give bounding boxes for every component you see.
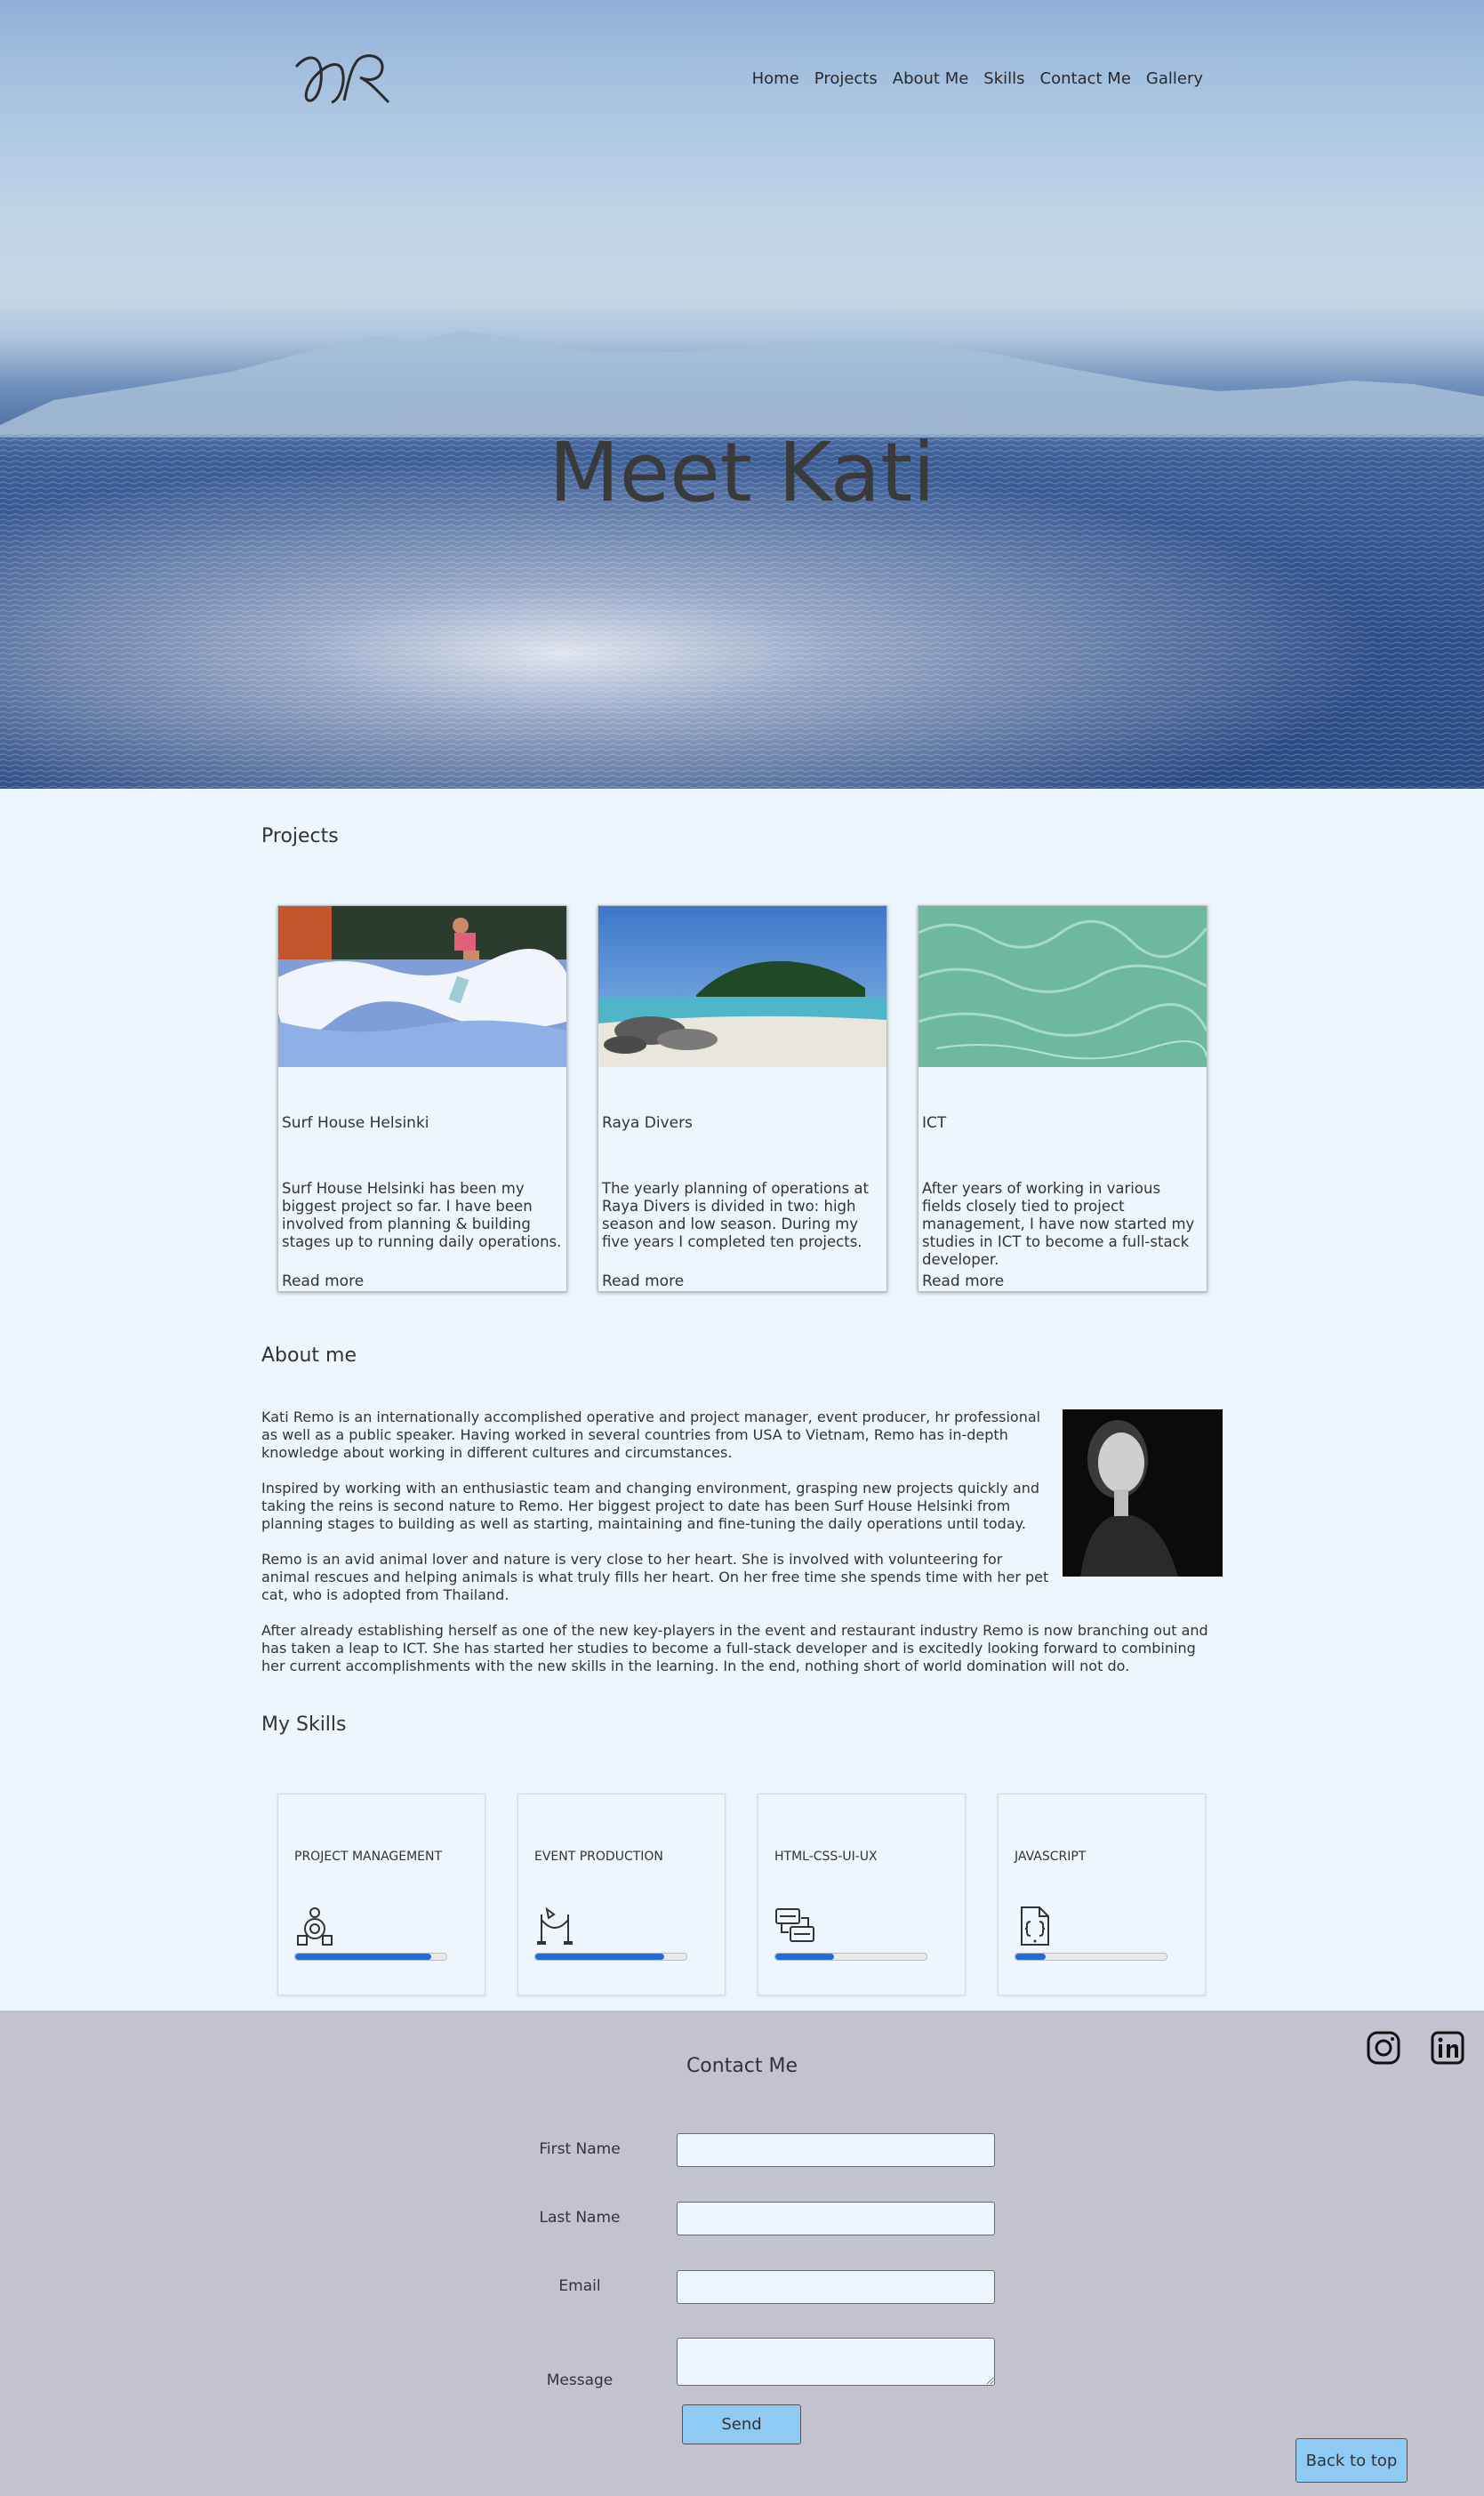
project-description: After years of working in various fields…	[922, 1180, 1195, 1268]
contact-heading: Contact Me	[686, 2055, 798, 2077]
read-more-link[interactable]: Read more	[922, 1272, 1004, 1290]
about-paragraph: After already establishing herself as on…	[261, 1622, 1208, 1674]
contact-section: Contact Me First Name Last Name Email Me…	[0, 2010, 1484, 2496]
skill-card: Project Management	[277, 1794, 485, 1995]
read-more-link[interactable]: Read more	[602, 1272, 684, 1290]
back-to-top-button[interactable]: Back to top	[1295, 2438, 1408, 2483]
skill-progress-fill	[1015, 1954, 1046, 1960]
skill-card: Event Production	[517, 1794, 726, 1995]
event-production-icon	[537, 1906, 573, 1945]
sea-landscape-image	[0, 331, 1484, 789]
project-description: Surf House Helsinki has been my biggest …	[282, 1180, 562, 1250]
skill-progress-fill	[295, 1954, 431, 1960]
first-name-field[interactable]	[677, 2133, 995, 2167]
skill-name: HTML-CSS-UI-UX	[774, 1850, 878, 1864]
email-field[interactable]	[677, 2270, 995, 2304]
read-more-link[interactable]: Read more	[282, 1272, 364, 1290]
last-name-field[interactable]	[677, 2202, 995, 2235]
skill-name: Event Production	[534, 1850, 663, 1864]
skill-name: JavaScript	[1015, 1850, 1087, 1864]
project-title: Surf House Helsinki	[282, 1114, 429, 1132]
about-paragraph: Inspired by working with an enthusiastic…	[261, 1480, 1040, 1532]
message-label: Message	[546, 2372, 614, 2389]
skill-progress-bar	[774, 1953, 927, 1961]
about-text: Kati Remo is an internationally accompli…	[261, 1409, 1222, 1693]
about-heading: About me	[261, 1344, 357, 1367]
last-name-label: Last Name	[539, 2209, 621, 2227]
skill-card: JavaScript	[998, 1794, 1206, 1995]
nav-about-me[interactable]: About Me	[893, 69, 969, 88]
project-card: Surf House Helsinki Surf House Helsinki …	[277, 905, 567, 1292]
project-management-icon	[297, 1907, 333, 1946]
about-paragraph: Remo is an avid animal lover and nature …	[261, 1551, 1049, 1603]
skill-progress-fill	[535, 1954, 664, 1960]
ict-water-image[interactable]	[918, 906, 1208, 1067]
project-card: ICT After years of working in various fi…	[918, 905, 1208, 1292]
about-paragraph: Kati Remo is an internationally accompli…	[261, 1409, 1041, 1461]
project-description: The yearly planning of operations at Ray…	[602, 1180, 869, 1250]
skill-card: HTML-CSS-UI-UX	[758, 1794, 966, 1995]
html-css-icon	[775, 1908, 814, 1942]
project-title: ICT	[922, 1114, 947, 1132]
skills-heading: My Skills	[261, 1713, 347, 1736]
javascript-file-icon	[1021, 1906, 1049, 1946]
logo[interactable]	[289, 49, 400, 111]
skill-progress-bar	[534, 1953, 687, 1961]
surf-house-image[interactable]	[278, 906, 566, 1067]
main-navigation: Home Projects About Me Skills Contact Me…	[752, 69, 1203, 88]
skill-progress-bar	[1015, 1953, 1167, 1961]
nav-contact-me[interactable]: Contact Me	[1040, 69, 1131, 88]
send-button[interactable]: Send	[682, 2404, 801, 2444]
message-field[interactable]	[677, 2338, 995, 2386]
email-label: Email	[558, 2277, 601, 2295]
hero-banner: Home Projects About Me Skills Contact Me…	[0, 0, 1484, 789]
raya-divers-image[interactable]	[598, 906, 886, 1067]
skill-progress-fill	[775, 1954, 835, 1960]
nav-projects[interactable]: Projects	[814, 69, 878, 88]
skill-progress-bar	[294, 1953, 447, 1961]
project-card: Raya Divers The yearly planning of opera…	[598, 905, 887, 1292]
nav-skills[interactable]: Skills	[983, 69, 1024, 88]
nav-home[interactable]: Home	[752, 69, 799, 88]
hero-title: Meet Kati	[549, 425, 935, 520]
project-title: Raya Divers	[602, 1114, 693, 1132]
nav-gallery[interactable]: Gallery	[1146, 69, 1203, 88]
skill-name: Project Management	[294, 1850, 443, 1864]
first-name-label: First Name	[539, 2140, 621, 2158]
projects-heading: Projects	[261, 825, 339, 847]
